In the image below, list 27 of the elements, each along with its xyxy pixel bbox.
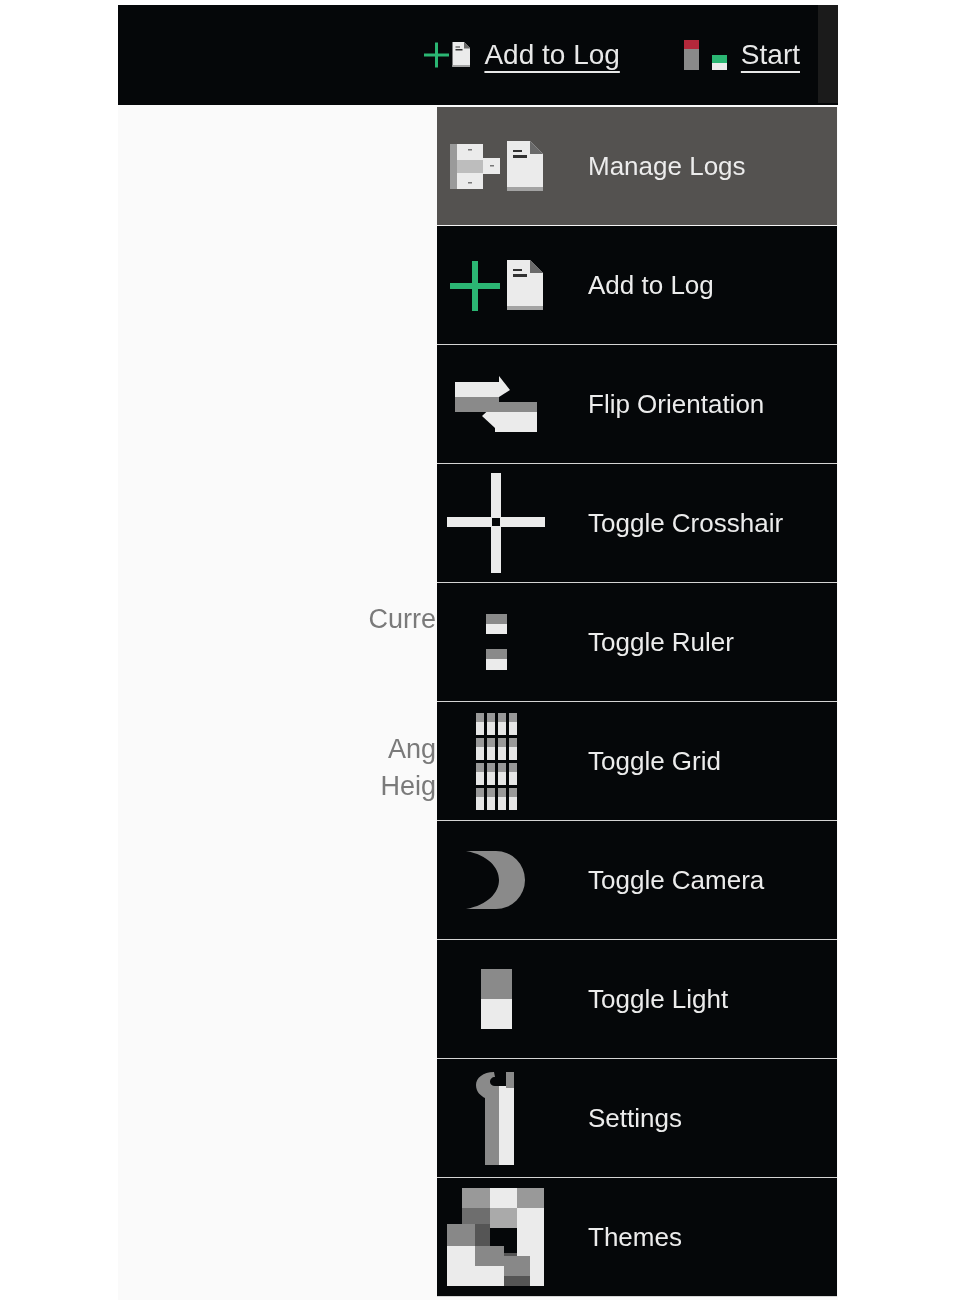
level-bars-icon (683, 40, 727, 70)
swap-arrows-icon (455, 376, 537, 432)
plus-document-icon (423, 42, 471, 68)
menu-item[interactable]: Toggle Ruler (437, 583, 837, 702)
pixel-mosaic-icon (447, 1187, 545, 1287)
menu-item[interactable]: Settings (437, 1059, 837, 1178)
wrench-icon (476, 1071, 516, 1165)
menu-item[interactable]: Toggle Grid (437, 702, 837, 821)
grid-icon (475, 712, 517, 810)
field-label: Heig (380, 770, 436, 803)
plus-document-icon (449, 259, 543, 311)
crescent-icon (466, 851, 526, 909)
menu-item[interactable]: Manage Logs (437, 107, 837, 226)
stacked-blocks-icon (485, 614, 507, 670)
menu-item[interactable]: Add to Log (437, 226, 837, 345)
menu-item[interactable]: Toggle Light (437, 940, 837, 1059)
cabinet-document-icon (449, 141, 543, 191)
field-label: Curre (368, 603, 436, 636)
menu-item[interactable]: Toggle Crosshair (437, 464, 837, 583)
toolbar-button[interactable]: Add to Log (423, 38, 620, 72)
split-rectangle-icon (480, 969, 512, 1029)
menu-item[interactable]: Toggle Camera (437, 821, 837, 940)
crosshair-icon (447, 473, 545, 573)
menu-item[interactable]: Flip Orientation (437, 345, 837, 464)
menu-item[interactable]: Themes (437, 1178, 837, 1297)
field-label: Ang (387, 733, 436, 766)
toolbar-button[interactable]: Start (683, 38, 800, 72)
